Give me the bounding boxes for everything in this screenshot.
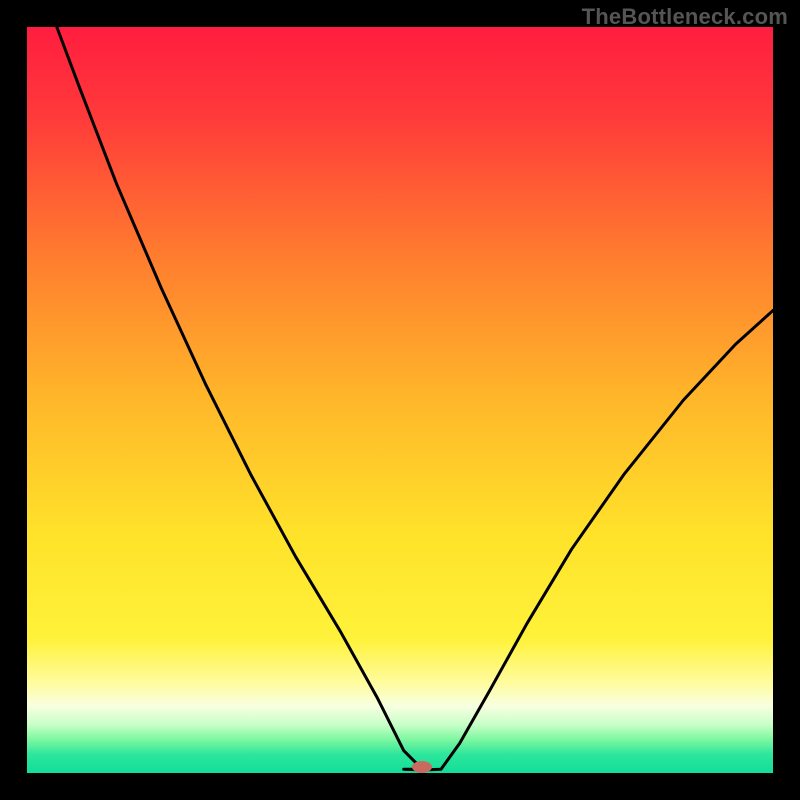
plot-area bbox=[27, 27, 773, 773]
gradient-background bbox=[27, 27, 773, 773]
optimal-marker bbox=[412, 761, 432, 773]
plot-svg bbox=[27, 27, 773, 773]
stage: TheBottleneck.com bbox=[0, 0, 800, 800]
